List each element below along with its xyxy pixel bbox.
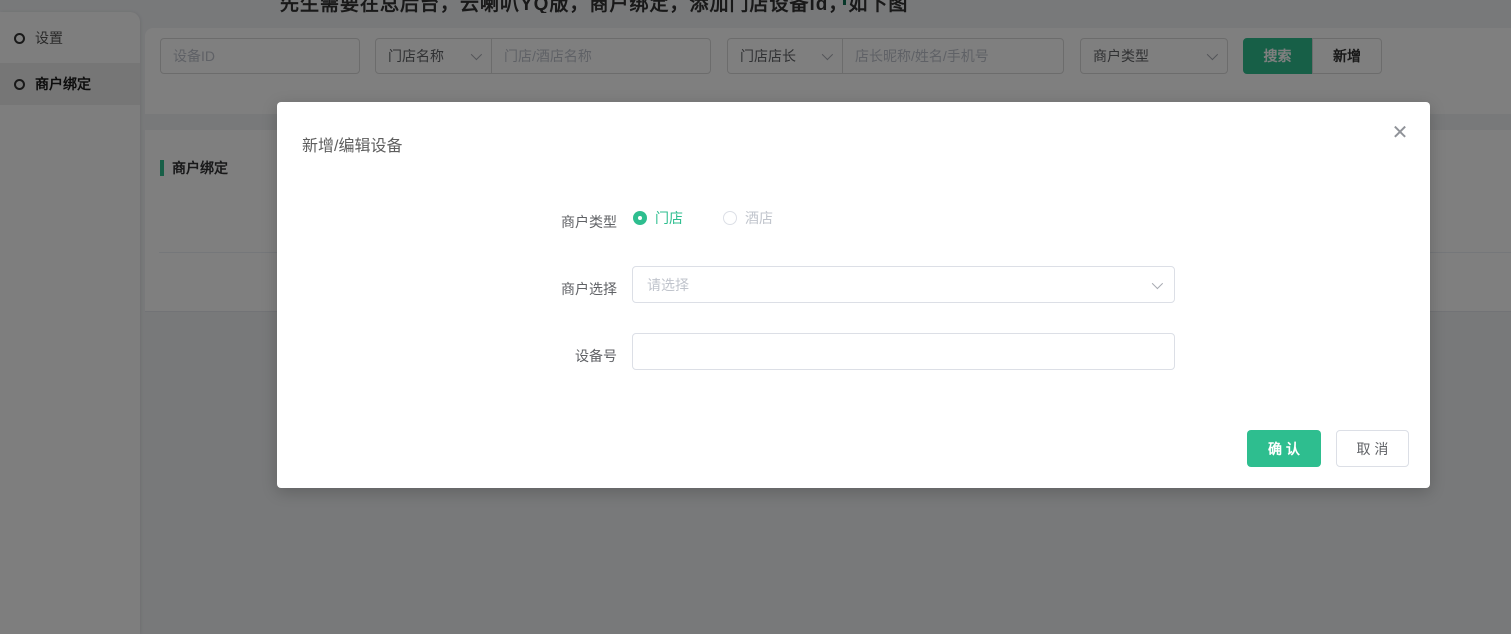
- radio-store[interactable]: 门店: [633, 208, 683, 228]
- radio-checked-icon: [633, 211, 647, 225]
- radio-unchecked-icon: [723, 211, 737, 225]
- chevron-down-icon: [1151, 277, 1164, 289]
- confirm-button[interactable]: 确 认: [1247, 430, 1321, 467]
- close-icon[interactable]: ✕: [1386, 118, 1414, 146]
- cancel-button[interactable]: 取 消: [1336, 430, 1409, 467]
- device-no-label: 设备号: [575, 348, 617, 364]
- merchant-type-label: 商户类型: [561, 214, 617, 230]
- radio-label: 门店: [655, 210, 683, 226]
- merchant-select[interactable]: 请选择: [632, 266, 1175, 303]
- radio-hotel[interactable]: 酒店: [723, 208, 773, 228]
- add-edit-device-dialog: 新增/编辑设备 ✕ 商户类型 门店 酒店 商户选择 请选择 设备号 确 认 取 …: [277, 102, 1430, 488]
- device-no-input[interactable]: [632, 333, 1175, 370]
- dialog-title: 新增/编辑设备: [302, 138, 403, 155]
- select-placeholder: 请选择: [647, 276, 689, 293]
- merchant-select-label: 商户选择: [561, 281, 617, 297]
- merchant-type-radio-group: 门店 酒店: [633, 208, 773, 228]
- radio-label: 酒店: [745, 210, 773, 226]
